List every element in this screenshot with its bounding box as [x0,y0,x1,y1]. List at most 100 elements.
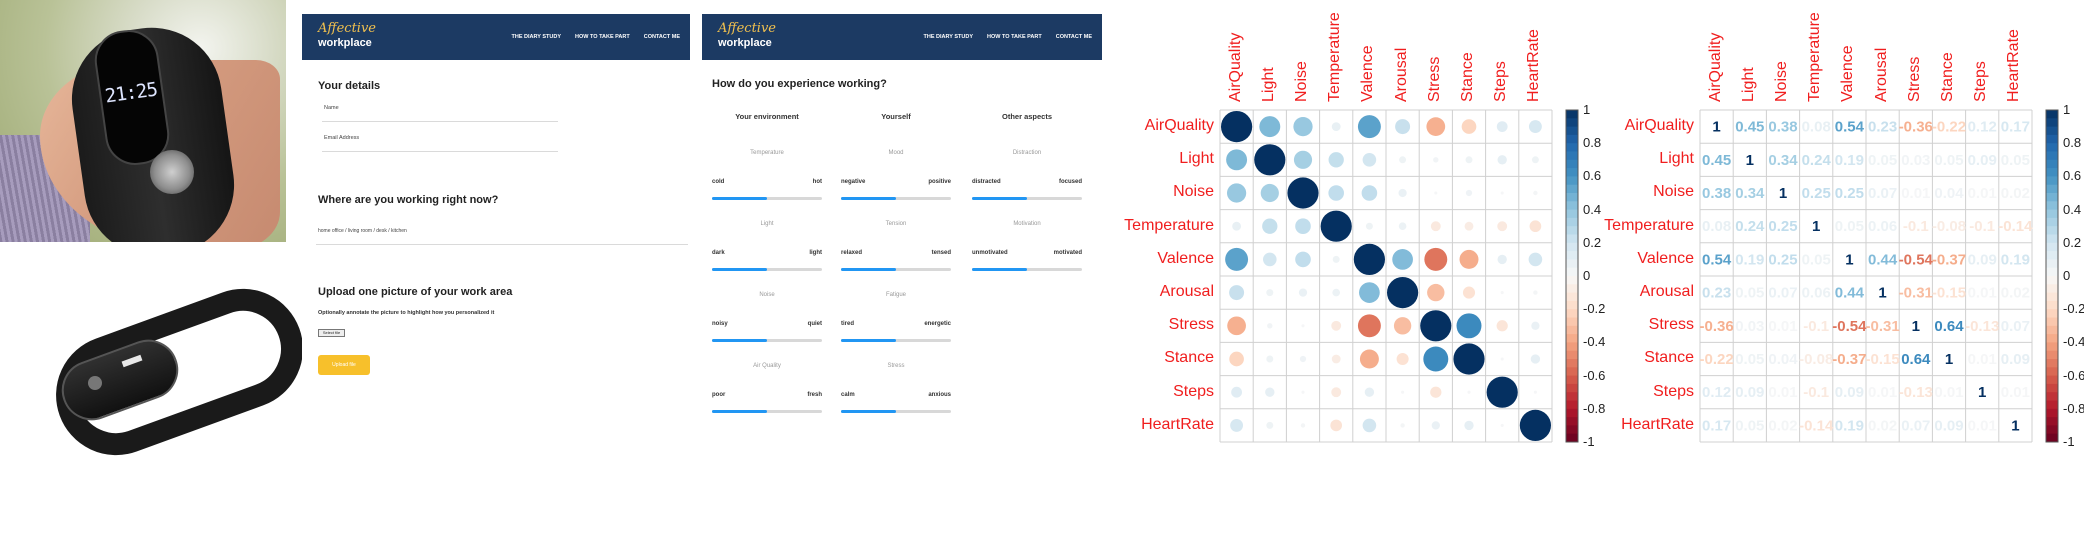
rating-right-label: tensed [931,250,951,256]
correlation-circle [1266,421,1274,429]
correlation-value: -0.1 [1803,384,1829,401]
column-label: Stance [1459,52,1476,102]
nav-contact-me[interactable]: CONTACT ME [644,34,680,40]
correlation-value: 0.19 [1835,417,1864,434]
correlation-value: 0.54 [1835,119,1865,136]
colorbar-segment [2046,209,2058,219]
rating-slider[interactable] [712,339,822,342]
rating-slider[interactable] [841,268,951,271]
rating-slider[interactable] [972,268,1082,271]
correlation-circle [1401,390,1405,394]
correlation-circle-plot: AirQuality AirQuality Light Light Noise Noise… [1110,0,1605,546]
name-field[interactable]: Name [324,105,339,111]
slider-fill [841,197,896,200]
colorbar-segment [2046,317,2058,327]
rating-right-label: light [809,250,822,256]
correlation-value: 0.06 [1802,285,1831,302]
nav-how-to-take-part[interactable]: HOW TO TAKE PART [987,34,1042,40]
nav-diary-study[interactable]: THE DIARY STUDY [512,34,562,40]
column-label: Steps [1972,61,1990,102]
correlation-value: 0.08 [1702,218,1731,235]
where-input[interactable]: home office / living room / desk / kitch… [318,228,407,234]
correlation-circle [1266,289,1274,297]
column-label: Light [1739,67,1757,102]
email-field[interactable]: Email Address [324,135,359,141]
logo-workplace[interactable]: workplace [718,37,772,49]
row-label: Light [1179,150,1214,168]
row-label: AirQuality [1144,117,1214,134]
colorbar-tick: -0.8 [2063,400,2084,416]
nav-diary-study[interactable]: THE DIARY STUDY [924,34,974,40]
rating-slider[interactable] [841,410,951,413]
fitness-band-wrist-photo: 21:25 [0,0,286,242]
correlation-value: 0.25 [1768,251,1797,268]
correlation-value: 0.05 [1934,152,1963,169]
correlation-value: 1 [1912,318,1920,335]
colorbar-segment [2046,375,2058,385]
logo-workplace[interactable]: workplace [318,37,372,49]
logo-affective[interactable]: Affective [318,21,376,36]
colorbar-segment [2046,159,2058,169]
colorbar-segment [2046,259,2058,269]
correlation-circle [1528,120,1542,134]
correlation-value: 0.34 [1768,152,1798,169]
correlation-circle [1497,221,1508,232]
correlation-circle [1353,243,1385,275]
rating-left-label: poor [712,392,726,398]
correlation-circle [1433,157,1439,163]
rating-slider[interactable] [712,197,822,200]
correlation-value: 0.64 [1901,351,1931,368]
colorbar-segment [2046,226,2058,235]
upload-file-button[interactable]: Upload file [318,355,370,375]
rating-category: Tension [885,221,907,227]
row-label: Noise [1173,183,1214,201]
correlation-circle [1420,310,1452,342]
rating-right-label: positive [928,179,951,185]
rating-slider[interactable] [841,197,951,200]
correlation-circle [1332,255,1340,263]
colorbar-tick: -1 [2063,434,2075,449]
colorbar-tick: 0 [1583,268,1591,283]
rating-category: Temperature [750,150,784,156]
rating-slider[interactable] [712,268,822,271]
colorbar-segment [1566,375,1578,385]
column-label: HeartRate [1525,29,1543,102]
rating-slider[interactable] [972,197,1082,200]
correlation-circle [1361,185,1378,201]
select-file-button[interactable]: Select file [318,329,345,337]
rating-slider[interactable] [712,410,822,413]
nav-contact-me[interactable]: CONTACT ME [1056,34,1092,40]
correlation-circle [1531,156,1539,164]
colorbar-segment [1566,201,1578,211]
rating-left-label: relaxed [841,250,863,256]
correlation-value: 0.25 [1768,218,1797,235]
correlation-circle [1464,221,1474,231]
correlation-value: 0.03 [1901,152,1930,169]
correlation-circle [1300,423,1306,428]
correlation-value: 0.34 [1735,185,1765,202]
correlation-value: 0.45 [1735,119,1764,136]
name-field-line [322,121,558,122]
correlation-value: 0.01 [2001,384,2030,401]
colorbar-segment [2046,425,2058,435]
column-label: Temperature [1806,12,1824,102]
colorbar-segment [2046,292,2058,302]
rating-slider[interactable] [841,339,951,342]
correlation-circle [1500,191,1504,195]
correlation-value: 1 [1712,119,1720,136]
email-field-line [322,151,558,152]
correlation-value: 0.07 [2001,318,2030,335]
logo-affective[interactable]: Affective [718,21,776,36]
colorbar-segment [2046,151,2058,161]
colorbar-segment [1566,425,1578,435]
correlation-value: 0.06 [1868,218,1897,235]
colorbar-segment [2046,193,2058,202]
correlation-circle [1365,222,1373,230]
nav-how-to-take-part[interactable]: HOW TO TAKE PART [575,34,630,40]
correlation-circle [1328,152,1344,168]
rating-right-label: hot [812,179,822,185]
correlation-value: 0.09 [1835,384,1864,401]
correlation-circle [1396,352,1409,366]
correlation-value: 0.38 [1702,185,1731,202]
correlation-circle [1331,122,1341,132]
